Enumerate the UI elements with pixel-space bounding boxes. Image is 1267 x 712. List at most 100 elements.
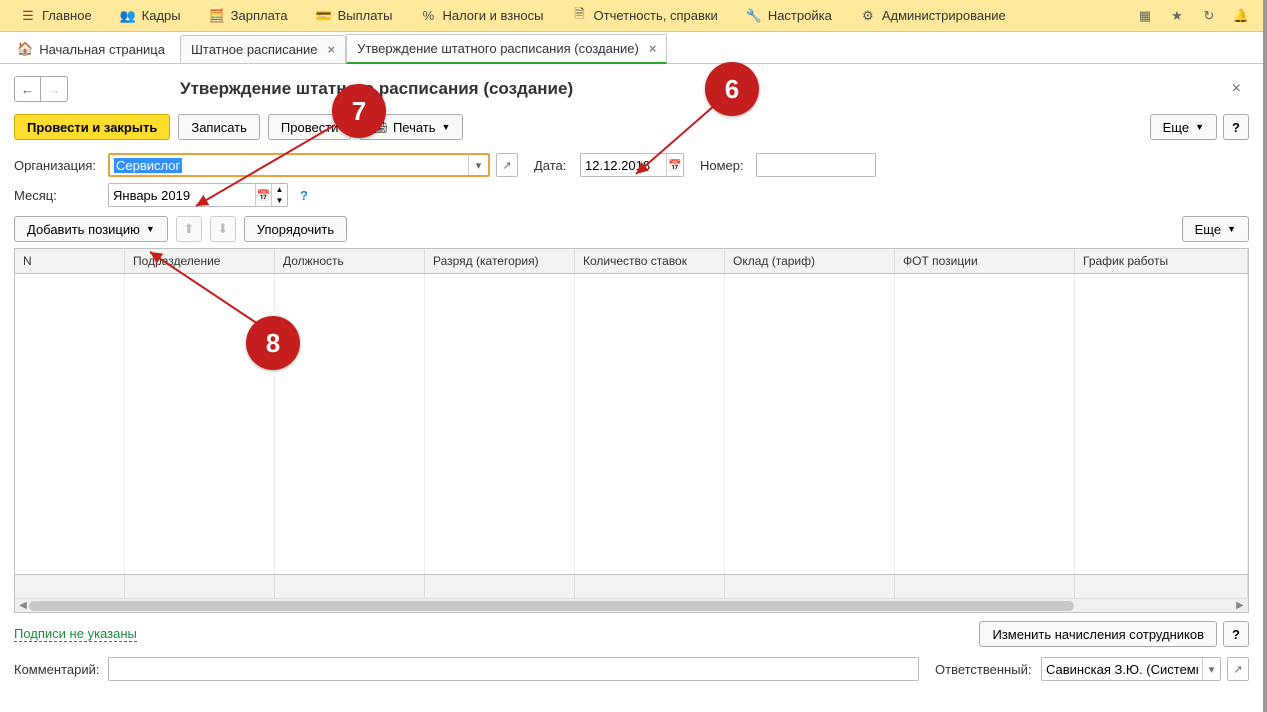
responsible-input[interactable]: [1042, 658, 1202, 680]
menu-salary[interactable]: 🧮 Зарплата: [195, 0, 302, 31]
dropdown-icon[interactable]: ▾: [1202, 658, 1220, 680]
post-label: Провести: [281, 120, 339, 135]
date-label: Дата:: [534, 158, 574, 173]
comment-input[interactable]: [109, 658, 918, 680]
people-icon: 👥: [120, 8, 136, 24]
menu-admin-label: Администрирование: [882, 8, 1006, 23]
tab-staffing-label: Штатное расписание: [191, 42, 318, 57]
history-icon[interactable]: ↻: [1193, 0, 1225, 32]
tab-home-label: Начальная страница: [39, 42, 165, 57]
close-page-button[interactable]: ×: [1224, 76, 1249, 102]
help-label: ?: [1232, 120, 1240, 135]
more-label: Еще: [1163, 120, 1189, 135]
help-button[interactable]: ?: [1223, 114, 1249, 140]
chevron-down-icon: ▼: [1195, 122, 1204, 132]
grid-body[interactable]: [15, 274, 1248, 574]
home-icon: 🏠: [17, 41, 33, 57]
col-salary[interactable]: Оклад (тариф): [725, 249, 895, 273]
close-icon[interactable]: ×: [649, 41, 657, 56]
gear-icon: ⚙: [860, 8, 876, 24]
spin-down-icon[interactable]: ▼: [271, 195, 287, 206]
help-icon[interactable]: ?: [300, 188, 308, 203]
nav-back-button[interactable]: ←: [15, 77, 41, 101]
dropdown-icon[interactable]: ▾: [468, 155, 488, 175]
col-qty[interactable]: Количество ставок: [575, 249, 725, 273]
add-position-button[interactable]: Добавить позицию ▼: [14, 216, 168, 242]
org-value: Сервислог: [114, 158, 182, 173]
horizontal-scrollbar[interactable]: ◀ ▶: [15, 598, 1248, 612]
menu-hr-label: Кадры: [142, 8, 181, 23]
menu-payments[interactable]: 💳 Выплаты: [302, 0, 407, 31]
col-position[interactable]: Должность: [275, 249, 425, 273]
number-input[interactable]: [757, 154, 875, 176]
menu-main[interactable]: ☰ Главное: [6, 0, 106, 31]
move-down-button[interactable]: ⬇: [210, 216, 236, 242]
wrench-icon: 🔧: [746, 8, 762, 24]
tab-staffing[interactable]: Штатное расписание ×: [180, 35, 346, 63]
col-fot[interactable]: ФОТ позиции: [895, 249, 1075, 273]
save-button[interactable]: Записать: [178, 114, 260, 140]
tab-approval[interactable]: Утверждение штатного расписания (создани…: [346, 34, 667, 64]
menu-reports[interactable]: 🗎 Отчетность, справки: [558, 0, 732, 31]
menu-hr[interactable]: 👥 Кадры: [106, 0, 195, 31]
document-icon: 🗎: [572, 8, 588, 24]
save-label: Записать: [191, 120, 247, 135]
col-dept[interactable]: Подразделение: [125, 249, 275, 273]
menu-taxes[interactable]: % Налоги и взносы: [406, 0, 557, 31]
order-button[interactable]: Упорядочить: [244, 216, 347, 242]
change-accruals-button[interactable]: Изменить начисления сотрудников: [979, 621, 1217, 647]
change-accruals-label: Изменить начисления сотрудников: [992, 627, 1204, 642]
positions-grid: N Подразделение Должность Разряд (катего…: [14, 248, 1249, 613]
wallet-icon: 💳: [316, 8, 332, 24]
menu-admin[interactable]: ⚙ Администрирование: [846, 0, 1020, 31]
calendar-icon[interactable]: 📅: [666, 154, 683, 176]
menu-payments-label: Выплаты: [338, 8, 393, 23]
menu-reports-label: Отчетность, справки: [594, 8, 718, 23]
post-and-close-button[interactable]: Провести и закрыть: [14, 114, 170, 140]
help-button-2[interactable]: ?: [1223, 621, 1249, 647]
more-button[interactable]: Еще ▼: [1150, 114, 1217, 140]
tab-approval-label: Утверждение штатного расписания (создани…: [357, 41, 639, 56]
grid-more-button[interactable]: Еще ▼: [1182, 216, 1249, 242]
grid-more-label: Еще: [1195, 222, 1221, 237]
org-input[interactable]: Сервислог: [110, 155, 468, 175]
menu-settings[interactable]: 🔧 Настройка: [732, 0, 846, 31]
annotation-badge-6: 6: [705, 62, 759, 116]
post-and-close-label: Провести и закрыть: [27, 120, 157, 135]
menu-salary-label: Зарплата: [231, 8, 288, 23]
signatures-link[interactable]: Подписи не указаны: [14, 626, 137, 642]
spin-up-icon[interactable]: ▲: [271, 184, 287, 195]
hamburger-icon: ☰: [20, 8, 36, 24]
order-label: Упорядочить: [257, 222, 334, 237]
bell-icon[interactable]: 🔔: [1225, 0, 1257, 32]
chevron-down-icon: ▼: [442, 122, 451, 132]
month-label: Месяц:: [14, 188, 102, 203]
menu-settings-label: Настройка: [768, 8, 832, 23]
number-label: Номер:: [700, 158, 750, 173]
date-input[interactable]: [581, 154, 666, 176]
print-label: Печать: [393, 120, 436, 135]
close-icon[interactable]: ×: [328, 42, 336, 57]
calculator-icon: 🧮: [209, 8, 225, 24]
menu-main-label: Главное: [42, 8, 92, 23]
move-up-button[interactable]: ⬆: [176, 216, 202, 242]
star-icon[interactable]: ★: [1161, 0, 1193, 32]
open-icon[interactable]: ↗: [1228, 658, 1248, 680]
open-icon[interactable]: ↗: [497, 154, 517, 176]
tab-home[interactable]: 🏠 Начальная страница: [6, 34, 176, 63]
month-input[interactable]: [109, 184, 255, 206]
chevron-down-icon: ▼: [146, 224, 155, 234]
comment-label: Комментарий:: [14, 662, 102, 677]
add-position-label: Добавить позицию: [27, 222, 140, 237]
col-n[interactable]: N: [15, 249, 125, 273]
annotation-badge-7: 7: [332, 84, 386, 138]
responsible-label: Ответственный:: [935, 662, 1035, 677]
col-schedule[interactable]: График работы: [1075, 249, 1248, 273]
org-label: Организация:: [14, 158, 102, 173]
col-grade[interactable]: Разряд (категория): [425, 249, 575, 273]
chevron-down-icon: ▼: [1227, 224, 1236, 234]
apps-icon[interactable]: ▦: [1129, 0, 1161, 32]
nav-forward-button: →: [41, 77, 67, 101]
percent-icon: %: [420, 8, 436, 24]
calendar-icon[interactable]: 📅: [255, 184, 271, 206]
